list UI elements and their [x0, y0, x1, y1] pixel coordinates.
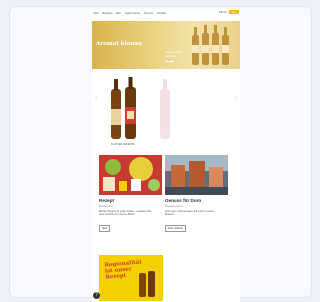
shop-button[interactable]: Shop	[228, 10, 239, 14]
main-menu: Start Brauerei Bier Gastronomie Termine …	[93, 12, 166, 15]
help-button[interactable]: ?	[93, 292, 100, 299]
website-page: Start Brauerei Bier Gastronomie Termine …	[92, 9, 240, 302]
brewery-text: Führungen, Verkostungen und mehr in unse…	[165, 209, 215, 216]
recipe-subtitle: Frische Ideen	[99, 204, 114, 208]
nav-item-events[interactable]: Termine	[144, 12, 153, 15]
brewery-more-button[interactable]: Mehr erfahren	[165, 225, 187, 232]
nav-item-beer[interactable]: Bier	[116, 12, 121, 15]
hero-badge: NEU	[166, 60, 173, 62]
brewery-subtitle: Brauerei erleben	[165, 204, 183, 208]
brewery-teaser: Genuss für Dorn Brauerei erleben Führung…	[165, 198, 228, 234]
promo-headline: Regionalität ist unser Rezept	[104, 259, 143, 280]
nav-item-start[interactable]: Start	[93, 12, 98, 15]
brewery-photo	[165, 155, 228, 195]
hero-banner[interactable]: Aromat klonau Das Aroma des Sommers NEU	[92, 21, 240, 69]
recipe-title: Rezept	[99, 198, 115, 203]
brewery-image[interactable]	[165, 155, 228, 195]
recipe-photo	[99, 155, 162, 195]
nav-item-gastronomy[interactable]: Gastronomie	[125, 12, 140, 15]
chevron-right-icon[interactable]: ›	[235, 95, 237, 102]
top-navigation: Start Brauerei Bier Gastronomie Termine …	[92, 9, 240, 21]
language-switcher[interactable]: DE EN	[219, 11, 227, 14]
beer-bottles-image[interactable]	[92, 75, 240, 145]
teaser-images	[99, 155, 232, 195]
hero-subtitle-1: Das Aroma des	[166, 51, 183, 54]
recipe-more-button[interactable]: Mehr	[99, 225, 111, 232]
brewery-title: Genuss für Dorn	[165, 198, 202, 203]
nav-item-brewery[interactable]: Brauerei	[102, 12, 112, 15]
recipe-text: Bierige Rezepte für jeden Anlass – entde…	[99, 209, 152, 216]
hero-subtitle-2: Sommers	[166, 55, 177, 58]
recipe-teaser: Rezept Frische Ideen Bierige Rezepte für…	[99, 198, 162, 234]
recipe-image[interactable]	[99, 155, 162, 195]
hero-title: Aromat klonau	[96, 41, 142, 47]
utility-bar: DE EN Shop	[219, 10, 239, 14]
product-caption[interactable]: KLOSTER ANDECHS	[111, 143, 134, 146]
product-slider: ‹ › KLOSTER ANDECHS	[92, 75, 240, 151]
regional-promo-banner[interactable]: Regionalität ist unser Rezept	[99, 255, 163, 301]
nav-item-contact[interactable]: Kontakt	[157, 12, 166, 15]
